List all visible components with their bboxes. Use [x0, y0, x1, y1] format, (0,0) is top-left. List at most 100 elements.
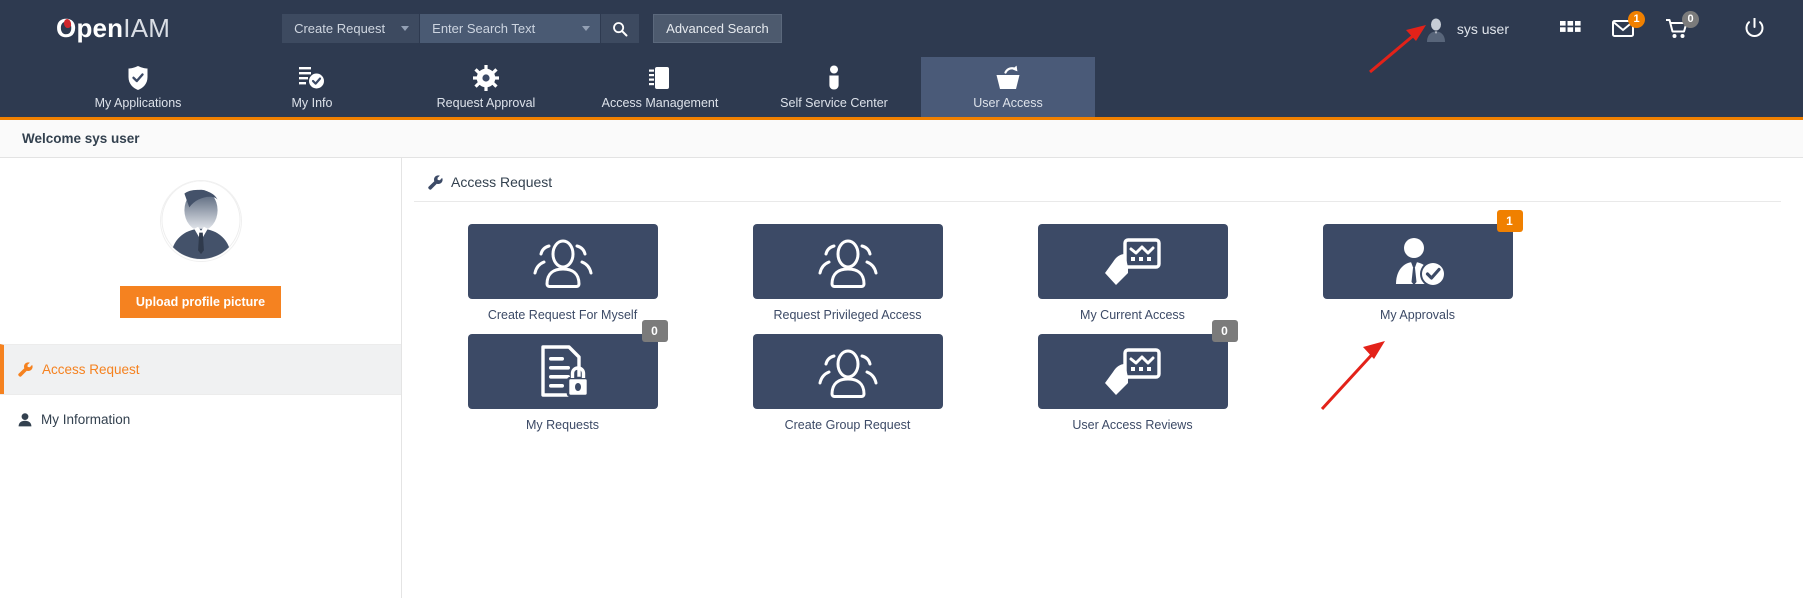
nav-tab-self-service-center[interactable]: Self Service Center	[747, 57, 921, 117]
card-badge: 0	[642, 320, 668, 342]
check-shield-icon	[125, 65, 151, 91]
card-request-privileged-access[interactable]: Request Privileged Access	[705, 224, 990, 322]
tile-wrap: 1	[1323, 224, 1513, 299]
welcome-bar: Welcome sys user	[0, 120, 1803, 158]
left-sidebar: Upload profile picture Access Request My…	[0, 158, 402, 598]
card-create-group-request[interactable]: Create Group Request	[705, 334, 990, 432]
section-title: Access Request	[451, 174, 552, 190]
tile-wrap: 0	[468, 334, 658, 409]
sidebar-item-access-request[interactable]: Access Request	[0, 344, 401, 394]
search-input-placeholder: Enter Search Text	[432, 21, 535, 36]
sidebar-item-label: Access Request	[42, 362, 140, 377]
tile-wrap: 0	[1038, 334, 1228, 409]
access-request-card-grid: Create Request For Myself	[402, 202, 1803, 432]
messages-button[interactable]: 1	[1597, 9, 1651, 49]
user-name-label: sys user	[1457, 21, 1509, 37]
create-request-dropdown[interactable]: Create Request	[282, 14, 419, 43]
tile[interactable]	[753, 334, 943, 409]
users-group-icon	[817, 346, 879, 398]
logout-button[interactable]	[1727, 9, 1781, 49]
logo-text-iam: IAM	[123, 13, 170, 44]
tile[interactable]	[753, 224, 943, 299]
card-label: My Current Access	[1080, 308, 1185, 322]
card-badge: 0	[1212, 320, 1238, 342]
tile[interactable]	[1038, 334, 1228, 409]
nav-tab-label: Request Approval	[437, 97, 536, 110]
list-check-icon	[298, 65, 326, 91]
welcome-text: Welcome sys user	[22, 131, 140, 146]
user-avatar-icon	[161, 180, 241, 261]
page-body: Upload profile picture Access Request My…	[0, 158, 1803, 598]
avatar	[160, 180, 242, 262]
power-icon	[1744, 18, 1765, 39]
gear-icon	[473, 65, 499, 91]
profile-panel: Upload profile picture	[0, 158, 401, 344]
user-menu[interactable]: sys user	[1424, 16, 1509, 42]
advanced-search-button[interactable]: Advanced Search	[653, 14, 782, 43]
card-create-request-for-myself[interactable]: Create Request For Myself	[420, 224, 705, 322]
tile-wrap	[468, 224, 658, 299]
card-label: My Requests	[526, 418, 599, 432]
card-my-approvals[interactable]: 1 My Approvals	[1275, 224, 1560, 322]
card-label: Create Request For Myself	[488, 308, 637, 322]
person-check-icon	[1388, 236, 1448, 288]
card-label: My Approvals	[1380, 308, 1455, 322]
tile[interactable]	[468, 224, 658, 299]
messages-badge: 1	[1628, 11, 1645, 28]
nav-tab-user-access[interactable]: User Access	[921, 57, 1095, 117]
nav-tab-label: My Info	[292, 97, 333, 110]
header-right-tools: sys user 1 0	[1424, 9, 1781, 49]
wrench-icon	[18, 362, 33, 377]
info-person-icon	[825, 65, 843, 91]
basket-arrow-icon	[993, 65, 1023, 91]
search-button[interactable]	[601, 14, 639, 43]
upload-profile-picture-button[interactable]: Upload profile picture	[120, 286, 281, 318]
card-my-current-access[interactable]: My Current Access	[990, 224, 1275, 322]
tile-wrap	[753, 334, 943, 409]
person-icon	[18, 413, 32, 427]
apps-grid-icon	[1560, 21, 1581, 37]
sidebar-item-my-information[interactable]: My Information	[0, 394, 401, 444]
hand-card-icon	[1103, 236, 1163, 288]
nav-tab-label: Access Management	[602, 97, 719, 110]
main-content: Access Request	[402, 158, 1803, 598]
openiam-logo[interactable]: O penIAM	[56, 13, 170, 44]
cart-button[interactable]: 0	[1651, 9, 1705, 49]
tile[interactable]	[1323, 224, 1513, 299]
nav-tab-my-info[interactable]: My Info	[225, 57, 399, 117]
card-my-requests[interactable]: 0 My Requests	[420, 334, 705, 432]
apps-grid-button[interactable]	[1543, 9, 1597, 49]
card-label: Create Group Request	[785, 418, 911, 432]
nav-tab-access-management[interactable]: Access Management	[573, 57, 747, 117]
sidebar-item-label: My Information	[41, 412, 130, 427]
card-label: User Access Reviews	[1072, 418, 1192, 432]
search-group: Create Request Enter Search Text	[282, 14, 639, 43]
tile[interactable]	[1038, 224, 1228, 299]
main-navigation-bar: My Applications My Info Requ	[0, 57, 1803, 120]
hand-card-icon	[1103, 346, 1163, 398]
tile-wrap	[1038, 224, 1228, 299]
card-user-access-reviews[interactable]: 0 User Access Reviews	[990, 334, 1275, 432]
nav-tab-my-applications[interactable]: My Applications	[51, 57, 225, 117]
top-header-bar: O penIAM Create Request Enter Search Tex…	[0, 0, 1803, 57]
chevron-down-icon	[582, 26, 590, 31]
nav-tab-request-approval[interactable]: Request Approval	[399, 57, 573, 117]
card-badge: 1	[1497, 210, 1523, 232]
document-lock-icon	[535, 345, 591, 399]
tile[interactable]	[468, 334, 658, 409]
users-group-icon	[817, 236, 879, 288]
wrench-icon	[428, 175, 443, 190]
section-header: Access Request	[414, 174, 1781, 202]
user-avatar-icon	[1424, 16, 1448, 42]
search-input[interactable]: Enter Search Text	[420, 14, 600, 43]
card-label: Request Privileged Access	[774, 308, 922, 322]
users-group-icon	[532, 236, 594, 288]
chevron-down-icon	[401, 26, 409, 31]
badge-card-icon	[648, 65, 672, 91]
nav-tab-label: My Applications	[95, 97, 182, 110]
nav-tab-label: User Access	[973, 97, 1042, 110]
advanced-search-label: Advanced Search	[666, 21, 769, 36]
logo-text-post: pen	[76, 13, 123, 44]
nav-tab-label: Self Service Center	[780, 97, 888, 110]
search-icon	[612, 21, 628, 37]
